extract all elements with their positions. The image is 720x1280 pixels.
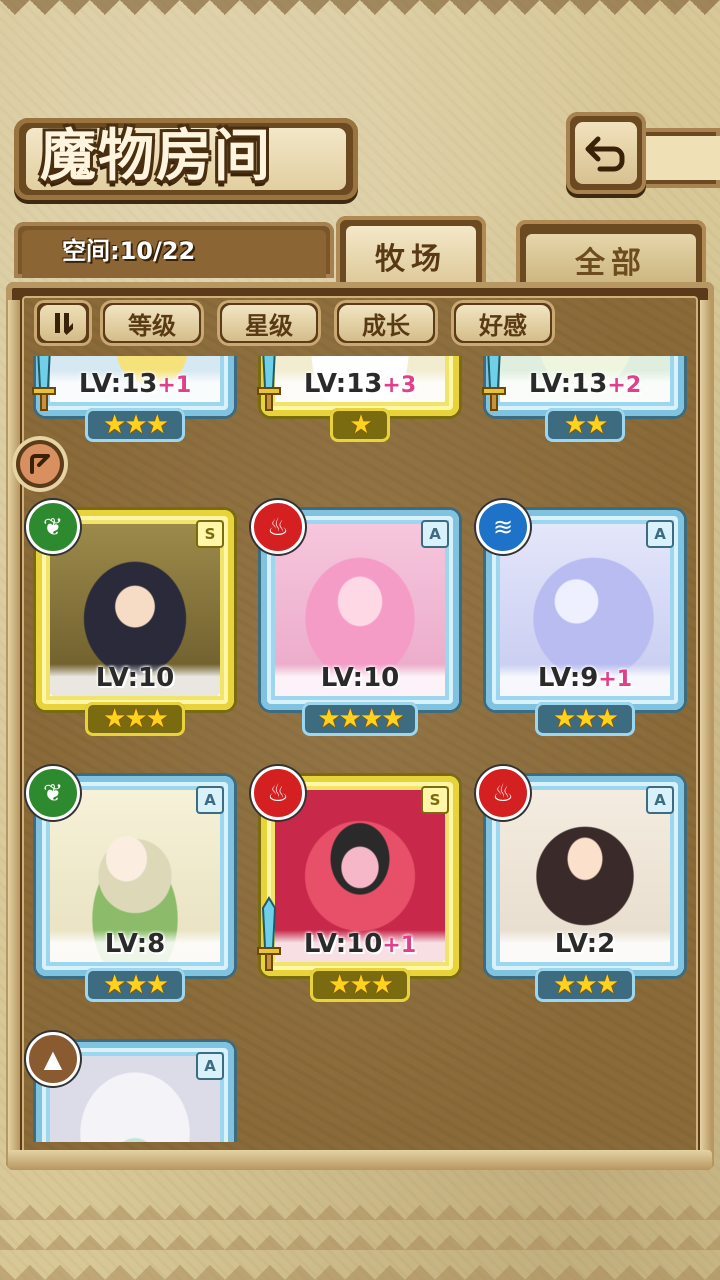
- monster-card[interactable]: LV:8 A ❦ ★★★: [26, 766, 234, 1002]
- monster-level: LV:9+1: [537, 663, 633, 693]
- monster-card[interactable]: LV:10 A ♨ ★★★★: [251, 500, 459, 736]
- sort-star-button[interactable]: 星级: [217, 300, 321, 346]
- tab-all-label: 全部: [526, 234, 696, 286]
- monster-level: LV:13+2: [528, 369, 642, 399]
- monster-level: LV:13+1: [78, 369, 192, 399]
- tab-ranch[interactable]: 牧场: [336, 216, 486, 286]
- monster-level: LV:8: [104, 929, 166, 959]
- rank-badge: A: [646, 520, 674, 548]
- tab-all[interactable]: 全部: [516, 220, 706, 286]
- monster-card[interactable]: LV:10 S ❦ ★★★: [26, 500, 234, 736]
- water-element-icon: ≋: [476, 500, 530, 554]
- star-rating: ★★★: [85, 968, 185, 1002]
- fire-element-icon: ♨: [251, 766, 305, 820]
- sort-star-label: 星级: [222, 305, 316, 341]
- earth-element-icon: ▲: [26, 1032, 80, 1086]
- panel-right-rail: [700, 300, 712, 1160]
- sword-icon: [257, 896, 281, 971]
- monster-card[interactable]: LV:13+1 ★★★: [32, 356, 234, 442]
- monster-level: LV:10+1: [303, 929, 417, 959]
- page-title: 魔物房间: [40, 123, 272, 189]
- monster-card[interactable]: LV:2 A ♨ ★★★: [476, 766, 684, 1002]
- star-rating: ★★★: [85, 702, 185, 736]
- scroll-handle[interactable]: [12, 436, 68, 492]
- pause-sort-icon: [55, 313, 73, 335]
- monster-grid[interactable]: LV:13+1 ★★★ LV:13+3 ★ LV:13+2 ★★ LV:10 S…: [24, 356, 696, 1142]
- rank-badge: S: [196, 520, 224, 548]
- sort-growth-button[interactable]: 成长: [334, 300, 438, 346]
- sword-icon: [32, 356, 56, 411]
- monster-level: LV:13+3: [303, 369, 417, 399]
- monster-level: LV:10: [320, 663, 400, 693]
- rank-badge: S: [421, 786, 449, 814]
- monster-card[interactable]: LV:13+3 ★: [257, 356, 459, 442]
- star-rating: ★★★: [535, 968, 635, 1002]
- tab-ranch-label: 牧场: [346, 226, 476, 286]
- back-bar-decoration: [640, 128, 720, 188]
- sword-icon: [482, 356, 506, 411]
- monster-card[interactable]: LV:10+1 S ♨ ★★★: [251, 766, 459, 1002]
- return-arrow-icon: [585, 136, 625, 172]
- star-rating: ★★★: [85, 408, 185, 442]
- sort-level-button[interactable]: 等级: [100, 300, 204, 346]
- nature-element-icon: ❦: [26, 500, 80, 554]
- star-rating: ★★★★: [302, 702, 418, 736]
- monster-card[interactable]: A ▲: [26, 1032, 234, 1142]
- rank-badge: A: [421, 520, 449, 548]
- top-border-decoration: [0, 0, 720, 30]
- sword-icon: [257, 356, 281, 411]
- star-rating: ★: [330, 408, 390, 442]
- star-rating: ★★★: [535, 702, 635, 736]
- star-rating: ★★★: [310, 968, 410, 1002]
- sort-affection-label: 好感: [456, 305, 550, 341]
- rank-badge: A: [646, 786, 674, 814]
- fire-element-icon: ♨: [251, 500, 305, 554]
- bottom-border-decoration: [0, 1190, 720, 1280]
- monster-card[interactable]: LV:9+1 A ≋ ★★★: [476, 500, 684, 736]
- capacity-text: 空间:10/22: [62, 237, 196, 265]
- monster-card[interactable]: LV:13+2 ★★: [482, 356, 684, 442]
- scroll-arrow-icon: [30, 454, 50, 474]
- back-button[interactable]: [566, 112, 646, 194]
- panel-left-rail: [8, 300, 20, 1160]
- rank-badge: A: [196, 786, 224, 814]
- monster-level: LV:2: [554, 929, 616, 959]
- sort-affection-button[interactable]: 好感: [451, 300, 555, 346]
- monster-level: LV:10: [95, 663, 175, 693]
- nature-element-icon: ❦: [26, 766, 80, 820]
- sort-growth-label: 成长: [339, 305, 433, 341]
- panel-bottom-rail: [8, 1150, 712, 1170]
- sort-order-toggle[interactable]: [34, 300, 92, 346]
- fire-element-icon: ♨: [476, 766, 530, 820]
- sort-level-label: 等级: [105, 305, 199, 341]
- star-rating: ★★: [545, 408, 625, 442]
- rank-badge: A: [196, 1052, 224, 1080]
